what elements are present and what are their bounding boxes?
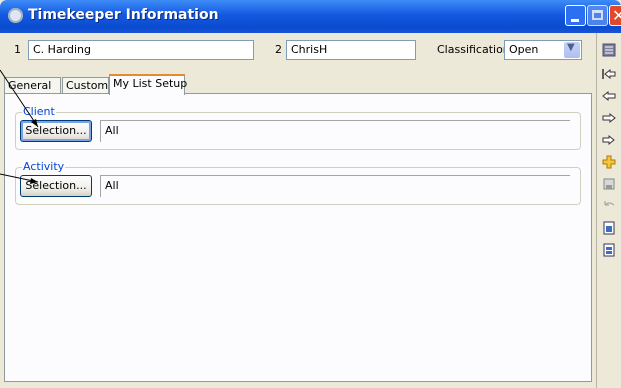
arrow-line-client	[0, 69, 39, 128]
timekeeper-window: Timekeeper Information ✕ 1 C. Harding 2 …	[0, 0, 621, 388]
tab-my-list-setup[interactable]: My List Setup	[109, 74, 187, 95]
arrow-head-client	[31, 119, 38, 127]
annotation-arrows	[0, 69, 39, 184]
arrow-head-activity	[30, 178, 38, 184]
